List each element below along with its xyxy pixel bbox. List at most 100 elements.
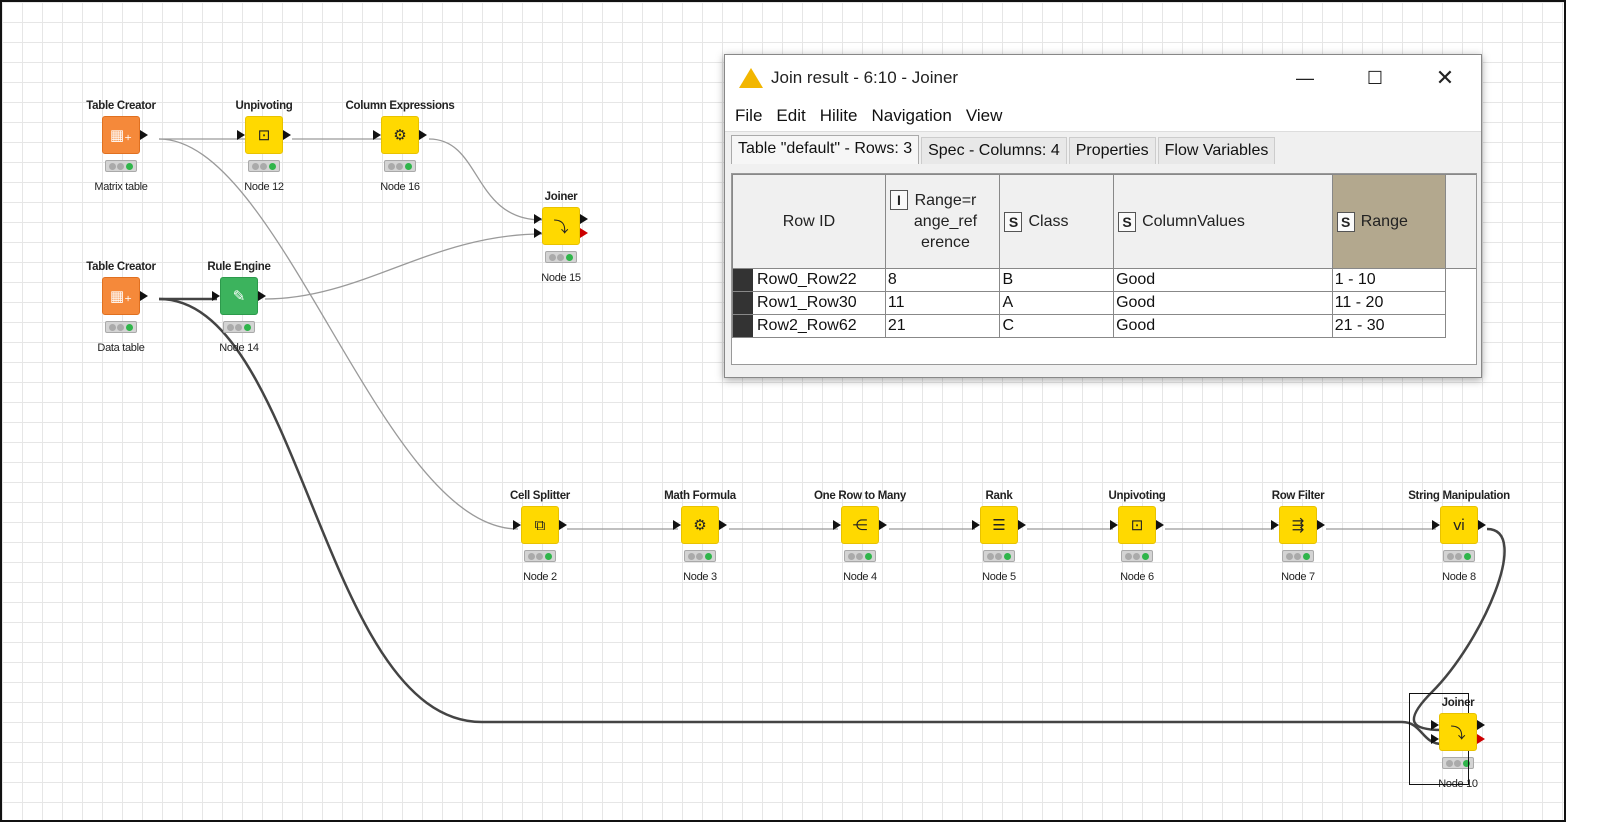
table-cell[interactable]: 11 - 20 <box>1331 291 1447 315</box>
column-header-columnvalues[interactable]: S ColumnValues <box>1113 174 1333 269</box>
window-titlebar[interactable]: Join result - 6:10 - Joiner — ☐ ✕ <box>725 55 1481 101</box>
menu-hilite[interactable]: Hilite <box>820 106 858 126</box>
table-view[interactable]: Row ID I Range=r ange_ref erence S Class… <box>731 173 1477 365</box>
output-port[interactable] <box>258 291 266 301</box>
output-port[interactable] <box>283 130 291 140</box>
node-label[interactable]: Node 4 <box>790 571 930 583</box>
input-port[interactable] <box>212 291 220 301</box>
node-rf7[interactable]: Row Filter ⇶ Node 7 <box>1228 488 1368 583</box>
math-formula-icon[interactable]: ⚙ <box>673 506 727 544</box>
node-unp12[interactable]: Unpivoting ⊡ Node 12 <box>194 98 334 193</box>
minimize-icon[interactable]: — <box>1275 55 1335 101</box>
node-sm8[interactable]: String Manipulation ⅵ Node 8 <box>1389 488 1529 583</box>
string-manipulation-icon[interactable]: ⅵ <box>1432 506 1486 544</box>
input-port[interactable] <box>1110 520 1118 530</box>
input-port[interactable] <box>534 228 542 238</box>
menu-view[interactable]: View <box>966 106 1003 126</box>
node-label[interactable]: Node 2 <box>470 571 610 583</box>
table-cell[interactable]: 21 <box>884 314 1001 338</box>
node-re14[interactable]: Rule Engine ✎ Node 14 <box>169 259 309 354</box>
output-port[interactable] <box>1018 520 1026 530</box>
node-label[interactable]: Node 16 <box>330 181 470 193</box>
joiner-icon[interactable]: ⤵ <box>1431 713 1485 751</box>
node-rank5[interactable]: Rank ☰ Node 5 <box>929 488 1069 583</box>
output-port[interactable] <box>419 130 427 140</box>
rule-icon[interactable]: ✎ <box>212 277 266 315</box>
node-unp6[interactable]: Unpivoting ⊡ Node 6 <box>1067 488 1207 583</box>
menu-navigation[interactable]: Navigation <box>872 106 952 126</box>
table-row[interactable]: Row2_Row62 21 C Good 21 - 30 <box>732 314 1476 338</box>
maximize-icon[interactable]: ☐ <box>1345 55 1405 101</box>
table-cell[interactable]: C <box>999 314 1115 338</box>
input-port[interactable] <box>1431 720 1439 730</box>
tab-properties[interactable]: Properties <box>1068 137 1156 164</box>
output-port[interactable] <box>559 520 567 530</box>
table-plus-icon[interactable]: ▦₊ <box>102 116 148 154</box>
input-port[interactable] <box>1271 520 1279 530</box>
rank-icon[interactable]: ☰ <box>972 506 1026 544</box>
row-id-cell[interactable]: Row2_Row62 <box>732 314 886 338</box>
input-port[interactable] <box>1432 520 1440 530</box>
node-orm4[interactable]: One Row to Many ⋲ Node 4 <box>790 488 930 583</box>
output-port[interactable] <box>1156 520 1164 530</box>
node-ce16[interactable]: Column Expressions ⚙ Node 16 <box>330 98 470 193</box>
table-cell[interactable]: Good <box>1113 314 1333 338</box>
output-port[interactable] <box>140 291 148 301</box>
table-cell[interactable]: 11 <box>884 291 1001 315</box>
output-port[interactable] <box>580 214 588 224</box>
tab-flow-variables[interactable]: Flow Variables <box>1157 137 1276 164</box>
table-cell[interactable]: 8 <box>884 268 1001 292</box>
output-port[interactable] <box>1478 520 1486 530</box>
menu-file[interactable]: File <box>735 106 762 126</box>
input-port[interactable] <box>237 130 245 140</box>
output-port[interactable] <box>1317 520 1325 530</box>
output-port[interactable] <box>1477 720 1485 730</box>
output-port[interactable] <box>140 130 148 140</box>
menu-edit[interactable]: Edit <box>776 106 805 126</box>
node-label[interactable]: Matrix table <box>51 181 191 193</box>
cell-splitter-icon[interactable]: ⧉ <box>513 506 567 544</box>
input-port[interactable] <box>534 214 542 224</box>
column-header-class[interactable]: S Class <box>999 174 1115 269</box>
join-result-window[interactable]: Join result - 6:10 - Joiner — ☐ ✕ File E… <box>724 54 1482 378</box>
node-label[interactable]: Node 3 <box>630 571 770 583</box>
input-port[interactable] <box>373 130 381 140</box>
joiner-icon[interactable]: ⤵ <box>534 207 588 245</box>
close-icon[interactable]: ✕ <box>1415 55 1475 101</box>
node-label[interactable]: Node 14 <box>169 342 309 354</box>
node-label[interactable]: Node 15 <box>491 272 631 284</box>
table-cell[interactable]: B <box>999 268 1115 292</box>
input-port[interactable] <box>513 520 521 530</box>
table-row[interactable]: Row0_Row22 8 B Good 1 - 10 <box>732 268 1476 292</box>
table-cell[interactable]: 21 - 30 <box>1331 314 1447 338</box>
unpivot-icon[interactable]: ⊡ <box>1110 506 1164 544</box>
row-filter-icon[interactable]: ⇶ <box>1271 506 1325 544</box>
node-cs2[interactable]: Cell Splitter ⧉ Node 2 <box>470 488 610 583</box>
row-id-cell[interactable]: Row0_Row22 <box>732 268 886 292</box>
table-cell[interactable]: Good <box>1113 291 1333 315</box>
output-port[interactable] <box>580 228 588 238</box>
input-port[interactable] <box>673 520 681 530</box>
node-join10[interactable]: Joiner ⤵ Node 10 <box>1388 693 1528 790</box>
table-cell[interactable]: 1 - 10 <box>1331 268 1447 292</box>
input-port[interactable] <box>833 520 841 530</box>
node-label[interactable]: Node 6 <box>1067 571 1207 583</box>
output-port[interactable] <box>719 520 727 530</box>
input-port[interactable] <box>1431 734 1439 744</box>
input-port[interactable] <box>972 520 980 530</box>
table-cell[interactable]: A <box>999 291 1115 315</box>
output-port[interactable] <box>1477 734 1485 744</box>
row-id-header[interactable]: Row ID <box>732 174 886 269</box>
row-id-cell[interactable]: Row1_Row30 <box>732 291 886 315</box>
unpivot-icon[interactable]: ⊡ <box>237 116 291 154</box>
workflow-canvas[interactable]: Table Creator ▦₊ Matrix table Unpivoting ⊡ No… <box>0 0 1566 822</box>
column-header-range-reference[interactable]: I Range=r ange_ref erence <box>884 174 1001 269</box>
node-label[interactable]: Node 8 <box>1389 571 1529 583</box>
tab-table[interactable]: Table "default" - Rows: 3 <box>731 135 920 164</box>
node-label[interactable]: Node 7 <box>1228 571 1368 583</box>
node-label[interactable]: Node 5 <box>929 571 1069 583</box>
table-cell[interactable]: Good <box>1113 268 1333 292</box>
node-join15[interactable]: Joiner ⤵ Node 15 <box>491 189 631 284</box>
node-label[interactable]: Node 12 <box>194 181 334 193</box>
table-row[interactable]: Row1_Row30 11 A Good 11 - 20 <box>732 291 1476 315</box>
